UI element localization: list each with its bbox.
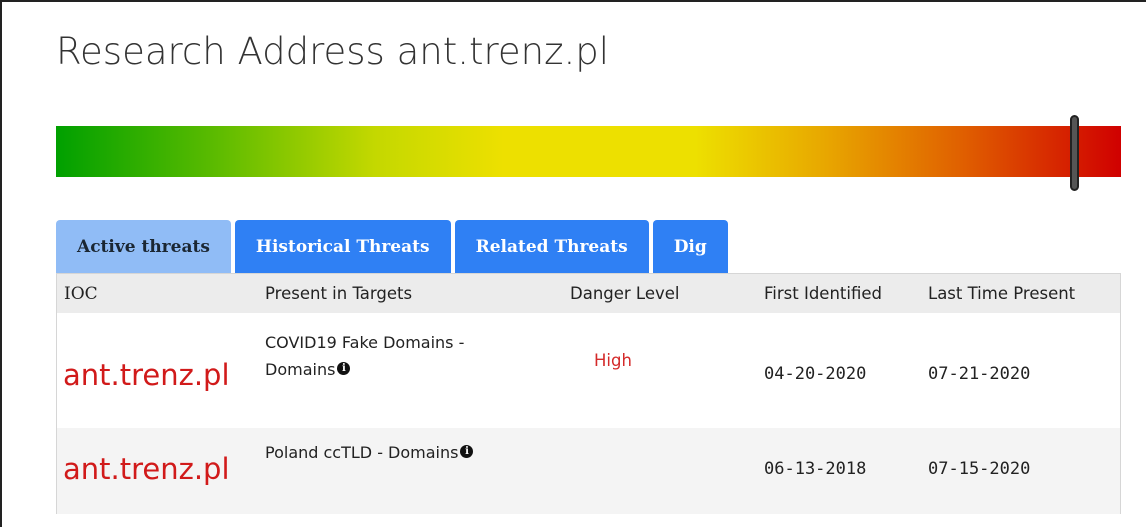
threats-table: IOC Present in Targets Danger Level Firs… [56,273,1121,514]
tab-related-threats[interactable]: Related Threats [454,220,649,273]
target-line: Domains i [265,356,464,383]
ioc-link[interactable]: ant.trenz.pl [63,452,230,486]
target-text: Domains [265,360,336,379]
table-header: IOC Present in Targets Danger Level Firs… [57,274,1120,313]
tab-historical-threats[interactable]: Historical Threats [234,220,451,273]
target-cell: Poland ccTLD - Domains i [265,439,474,466]
tab-dig[interactable]: Dig [652,220,728,273]
threat-tabs: Active threats Historical Threats Relate… [56,220,728,273]
header-last-time-present: Last Time Present [928,284,1076,303]
threat-level-marker [1069,115,1079,191]
last-time-present-value: 07-15-2020 [928,459,1031,479]
tab-active-threats[interactable]: Active threats [56,220,231,273]
header-present-in-targets: Present in Targets [265,284,413,303]
target-cell: COVID19 Fake Domains - Domains i [265,329,464,383]
threat-level-gauge [56,115,1121,191]
table-row: ant.trenz.pl COVID19 Fake Domains - Doma… [57,313,1120,428]
info-icon[interactable]: i [460,445,474,458]
header-first-identified: First Identified [764,284,882,303]
target-text: Poland ccTLD - Domains [265,443,459,462]
header-danger-level: Danger Level [570,284,680,303]
first-identified-value: 06-13-2018 [764,459,867,479]
last-time-present-value: 07-21-2020 [928,364,1031,384]
first-identified-value: 04-20-2020 [764,364,867,384]
table-row: ant.trenz.pl Poland ccTLD - Domains i 06-… [57,428,1120,514]
header-ioc: IOC [64,284,98,304]
page-title: Research Address ant.trenz.pl [56,30,610,73]
info-icon[interactable]: i [337,362,351,375]
danger-level-value: High [594,351,632,370]
target-line: COVID19 Fake Domains - [265,333,465,352]
ioc-link[interactable]: ant.trenz.pl [63,358,230,392]
